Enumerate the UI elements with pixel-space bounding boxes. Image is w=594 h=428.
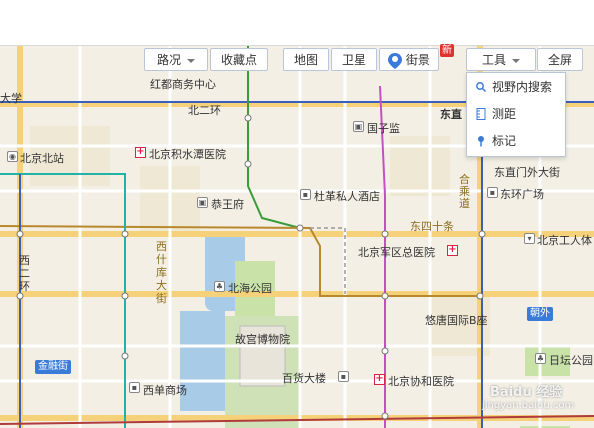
pin-icon — [478, 136, 484, 147]
map-label-jishuitan-hospital: 北京积水潭医院 — [149, 148, 226, 161]
streetview-label: 街景 — [405, 53, 430, 67]
menu-item-search-label: 视野内搜索 — [492, 80, 553, 94]
ruler-icon — [476, 108, 486, 120]
favorites-label: 收藏点 — [220, 53, 257, 67]
favorites-button[interactable]: 收藏点 — [210, 48, 268, 71]
map-label-donghuan: 东环广场 — [500, 188, 544, 201]
map-label-jinrongjie: 金融街 — [35, 360, 71, 374]
hotel-icon: ▪ — [300, 189, 311, 200]
satellite-view-label: 卫星 — [341, 53, 366, 67]
watermark-url: jingyan.baidu.com — [482, 400, 575, 411]
search-icon — [476, 82, 487, 93]
hospital-icon: + — [135, 146, 146, 158]
traffic-button[interactable]: 路况 — [144, 48, 208, 71]
landmark-icon: ▣ — [353, 121, 364, 132]
map-view-label: 地图 — [293, 53, 318, 67]
map-label-dongzhi: 东直 — [440, 108, 462, 121]
map-label-hongdu: 红都商务中心 — [150, 78, 216, 91]
map-label-guozijian: 国子监 — [367, 122, 400, 135]
map-label-dongzhimen-outer: 东直门外大街 — [494, 166, 560, 179]
map-label-hotel: 杜革私人酒店 — [314, 190, 380, 203]
hospital-icon-xiehe: + — [374, 373, 385, 385]
tools-dropdown-menu: 视野内搜索 测距 标记 — [466, 72, 566, 157]
stadium-icon: ▾ — [524, 233, 535, 244]
map-label-ritan: 日坛公园 — [549, 354, 593, 367]
map-label-top-left: 大学 — [0, 92, 22, 105]
map-label-chaowai: 朝外 — [527, 307, 553, 321]
fullscreen-button[interactable]: 全屏 — [537, 48, 583, 71]
new-badge: 新 — [440, 44, 454, 57]
map-label-xidan: 西单商场 — [143, 384, 187, 397]
traffic-label: 路况 — [156, 53, 181, 67]
map-label-xiehe-hospital: 北京协和医院 — [388, 375, 454, 388]
top-bar — [0, 0, 594, 46]
map-label-youtang: 悠唐国际B座 — [425, 314, 488, 327]
tools-label: 工具 — [481, 53, 506, 67]
park-icon-ritan: ♣ — [535, 353, 546, 364]
hospital-icon-military: + — [447, 244, 458, 256]
menu-item-measure-label: 测距 — [492, 107, 517, 121]
streetview-button[interactable]: 街景 — [379, 48, 439, 71]
road-label-dongsi-shitiao: 东四十条 — [410, 220, 454, 233]
map-label-palace-museum: 故宫博物院 — [235, 333, 290, 346]
map-label-beijing-north-station: 北京北站 — [20, 152, 64, 165]
road-label-xishiku: 西什库大街 — [156, 240, 167, 305]
menu-item-mark-label: 标记 — [492, 134, 517, 148]
map-label-department-store: 百货大楼 — [282, 372, 326, 385]
watermark-baidu: Baidu 经验 — [490, 385, 563, 400]
chevron-down-icon — [187, 58, 195, 63]
streetview-pin-icon — [388, 52, 403, 69]
station-icon: ◉ — [7, 151, 18, 162]
mall-icon-xidan: ▪ — [129, 382, 140, 393]
park-icon: ♣ — [214, 281, 225, 292]
map-label-military-hospital: 北京军区总医院 — [358, 246, 435, 259]
menu-item-search-in-view[interactable]: 视野内搜索 — [467, 75, 565, 100]
road-label-north-second-ring: 北二环 — [188, 104, 221, 117]
road-label-west-second-ring: 西二环 — [19, 254, 30, 293]
menu-item-mark[interactable]: 标记 — [467, 129, 565, 154]
map-label-beihai-park: 北海公园 — [228, 282, 272, 295]
map-label-gongwang: 恭王府 — [211, 198, 244, 211]
mall-icon-dept: ▪ — [338, 371, 349, 382]
fullscreen-label: 全屏 — [547, 53, 572, 67]
satellite-view-button[interactable]: 卫星 — [331, 48, 377, 71]
menu-item-measure-distance[interactable]: 测距 — [467, 102, 565, 127]
map-view-button[interactable]: 地图 — [283, 48, 329, 71]
map-label-workers-stadium: 北京工人体 — [537, 234, 592, 247]
road-label-hechuan: 合乘道 — [459, 173, 470, 210]
chevron-down-icon — [512, 58, 520, 63]
landmark-icon-gongwang: ▣ — [197, 197, 208, 208]
tools-button[interactable]: 工具 — [466, 48, 536, 71]
mall-icon: ▪ — [487, 187, 498, 198]
